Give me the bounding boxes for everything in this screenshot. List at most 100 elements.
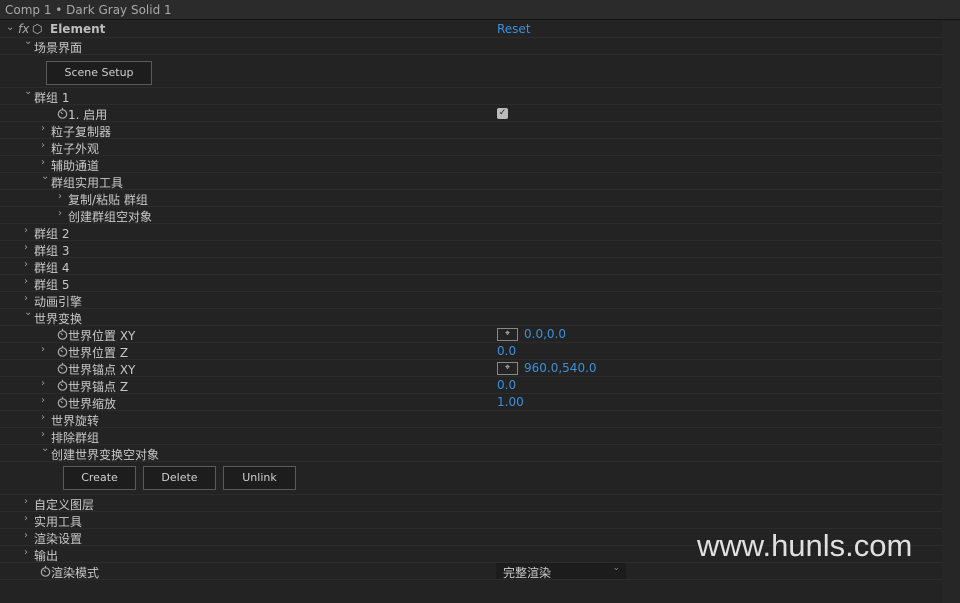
value-text[interactable]: 960.0,540.0	[524, 361, 597, 375]
property-label: 输出	[34, 549, 59, 563]
stopwatch-icon[interactable]	[57, 362, 68, 374]
value-text[interactable]: 1.00	[497, 395, 524, 409]
chevron-down-icon: ⌄	[612, 563, 620, 573]
property-row: 世界锚点 XY ⌖ 960.0,540.0	[0, 360, 942, 377]
enable-checkbox[interactable]: ✓	[497, 108, 508, 119]
render-mode-dropdown[interactable]: 完整渲染 ⌄	[496, 563, 626, 580]
effect-header-row[interactable]: ⌄ fx ⬡ Element Reset	[0, 21, 942, 38]
reset-link[interactable]: Reset	[497, 22, 531, 36]
stopwatch-icon[interactable]	[57, 107, 68, 119]
twirl-closed-icon[interactable]: ›	[58, 208, 62, 219]
property-label: 辅助通道	[51, 159, 100, 173]
property-row[interactable]: ⌄ 世界变换	[0, 307, 942, 326]
twirl-closed-icon[interactable]: ›	[41, 412, 45, 423]
effect-name: Element	[50, 22, 106, 36]
property-row[interactable]: ⌄ 创建世界变换空对象	[0, 443, 942, 462]
property-label: 渲染设置	[34, 532, 83, 546]
property-label: 群组实用工具	[51, 176, 124, 190]
property-value[interactable]: 0.0	[497, 344, 516, 358]
property-value[interactable]: ⌖ 960.0,540.0	[497, 361, 597, 375]
twirl-closed-icon[interactable]: ›	[41, 429, 45, 440]
property-label: 世界锚点 XY	[68, 363, 136, 377]
twirl-closed-icon[interactable]: ›	[24, 547, 28, 558]
property-value[interactable]: 1.00	[497, 395, 524, 409]
unlink-button[interactable]: Unlink	[223, 466, 296, 490]
twirl-closed-icon[interactable]: ›	[24, 276, 28, 287]
property-label: 群组 5	[34, 278, 70, 292]
property-row[interactable]: › 世界位置 Z 0.0	[0, 343, 942, 360]
twirl-closed-icon[interactable]: ›	[24, 513, 28, 524]
value-text[interactable]: 0.0,0.0	[524, 327, 566, 341]
stopwatch-icon[interactable]	[40, 565, 51, 577]
value-text[interactable]: 0.0	[497, 344, 516, 358]
point-crosshair-icon[interactable]: ⌖	[497, 362, 518, 375]
create-button[interactable]: Create	[63, 466, 136, 490]
property-row[interactable]: › 自定义图层	[0, 495, 942, 512]
property-row[interactable]: › 世界缩放 1.00	[0, 394, 942, 411]
fx-icon[interactable]: fx	[18, 22, 29, 36]
property-row[interactable]: › 排除群组	[0, 428, 942, 445]
twirl-closed-icon[interactable]: ›	[41, 157, 45, 168]
property-row[interactable]: › 群组 3	[0, 241, 942, 258]
property-label: 创建群组空对象	[68, 210, 153, 224]
property-row[interactable]: › 粒子复制器	[0, 122, 942, 139]
twirl-closed-icon[interactable]: ›	[41, 344, 45, 355]
property-label: 世界缩放	[68, 397, 117, 411]
twirl-open-icon[interactable]: ⌄	[24, 307, 32, 318]
property-row: 渲染模式 完整渲染 ⌄	[0, 563, 942, 580]
twirl-closed-icon[interactable]: ›	[58, 191, 62, 202]
stopwatch-icon[interactable]	[57, 328, 68, 340]
property-row[interactable]: › 复制/粘贴 群组	[0, 190, 942, 207]
twirl-closed-icon[interactable]: ›	[24, 242, 28, 253]
property-row[interactable]: › 群组 4	[0, 258, 942, 275]
property-label: 粒子复制器	[51, 125, 112, 139]
property-row[interactable]: ⌄ 群组 1	[0, 86, 942, 105]
twirl-closed-icon[interactable]: ›	[24, 496, 28, 507]
twirl-open-icon[interactable]: ⌄	[24, 86, 32, 97]
property-row[interactable]: › 创建群组空对象	[0, 207, 942, 224]
property-row[interactable]: › 实用工具	[0, 512, 942, 529]
property-label: 世界锚点 Z	[68, 380, 129, 394]
twirl-closed-icon[interactable]: ›	[24, 225, 28, 236]
property-label: 群组 1	[34, 91, 70, 105]
twirl-closed-icon[interactable]: ›	[41, 395, 45, 406]
twirl-closed-icon[interactable]: ›	[24, 259, 28, 270]
property-row: 1. 启用 ✓	[0, 105, 942, 122]
property-label: 复制/粘贴 群组	[68, 193, 148, 207]
property-value[interactable]: ⌖ 0.0,0.0	[497, 327, 566, 341]
property-value[interactable]: 0.0	[497, 378, 516, 392]
property-row[interactable]: › 世界旋转	[0, 411, 942, 428]
property-row[interactable]: › 动画引擎	[0, 292, 942, 309]
property-row[interactable]: › 辅助通道	[0, 156, 942, 173]
twirl-closed-icon[interactable]: ›	[24, 530, 28, 541]
stopwatch-icon[interactable]	[57, 379, 68, 391]
stopwatch-icon[interactable]	[57, 345, 68, 357]
cube-icon: ⬡	[32, 22, 43, 36]
property-label: 粒子外观	[51, 142, 100, 156]
twirl-closed-icon[interactable]: ›	[24, 293, 28, 304]
scene-setup-button[interactable]: Scene Setup	[46, 61, 152, 85]
stopwatch-icon[interactable]	[57, 396, 68, 408]
twirl-closed-icon[interactable]: ›	[41, 123, 45, 134]
twirl-closed-icon[interactable]: ›	[41, 378, 45, 389]
property-row[interactable]: › 群组 5	[0, 275, 942, 292]
twirl-open-icon[interactable]: ⌄	[24, 36, 32, 47]
value-text[interactable]: 0.0	[497, 378, 516, 392]
property-label: 世界位置 XY	[68, 329, 136, 343]
property-label: 自定义图层	[34, 498, 95, 512]
property-row[interactable]: ⌄ 场景界面	[0, 36, 942, 55]
property-row[interactable]: › 群组 2	[0, 224, 942, 241]
property-label: 场景界面	[34, 41, 83, 55]
twirl-open-icon[interactable]: ⌄	[6, 22, 14, 33]
property-row[interactable]: ⌄ 群组实用工具	[0, 171, 942, 190]
watermark: www.hunls.com	[697, 528, 913, 563]
property-row[interactable]: › 粒子外观	[0, 139, 942, 156]
twirl-open-icon[interactable]: ⌄	[41, 443, 49, 454]
effect-controls-panel: ⌄ fx ⬡ Element Reset ⌄ 场景界面 Scene Setup ⌄ 群组…	[0, 21, 942, 580]
point-crosshair-icon[interactable]: ⌖	[497, 328, 518, 341]
scrollbar[interactable]	[942, 21, 960, 603]
property-row[interactable]: › 世界锚点 Z 0.0	[0, 377, 942, 394]
delete-button[interactable]: Delete	[143, 466, 216, 490]
twirl-open-icon[interactable]: ⌄	[41, 171, 49, 182]
twirl-closed-icon[interactable]: ›	[41, 140, 45, 151]
